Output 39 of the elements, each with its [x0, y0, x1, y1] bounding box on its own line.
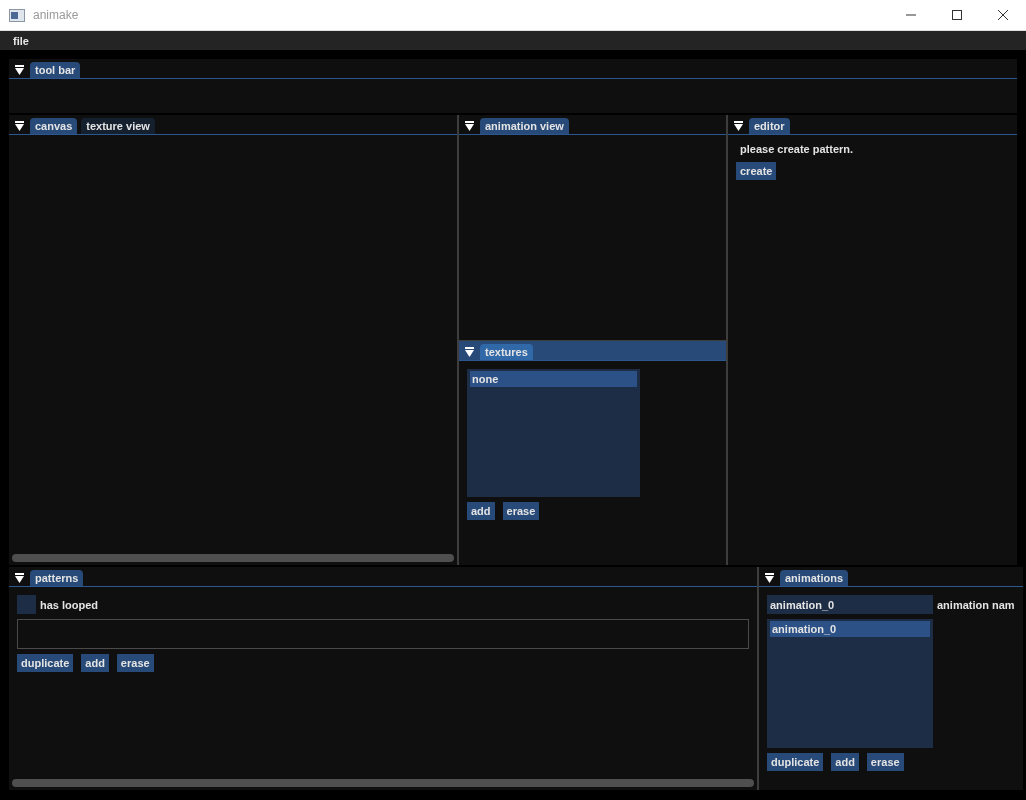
collapse-triangle-icon[interactable]: [465, 346, 474, 357]
maximize-icon[interactable]: [952, 10, 962, 20]
window-title: animake: [33, 8, 80, 22]
panel-tab[interactable]: animation view: [480, 118, 569, 134]
loop-checkbox[interactable]: [17, 595, 36, 614]
close-icon[interactable]: [998, 10, 1008, 20]
panel-button[interactable]: duplicate: [767, 753, 824, 771]
horizontal-scrollbar[interactable]: [12, 554, 454, 562]
list-item[interactable]: animation_0: [770, 621, 930, 637]
horizontal-scrollbar[interactable]: [12, 779, 754, 787]
panel-button[interactable]: add: [467, 501, 495, 520]
panel-button[interactable]: add: [81, 654, 109, 672]
collapse-triangle-icon[interactable]: [15, 121, 24, 131]
collapse-triangle-icon[interactable]: [734, 121, 743, 131]
editor-message: please create pattern.: [740, 143, 855, 155]
panel-tab[interactable]: animations: [780, 570, 849, 586]
panel-button[interactable]: erase: [502, 501, 540, 520]
checkbox-label: has looped: [40, 598, 99, 611]
collapse-triangle-icon[interactable]: [465, 121, 474, 131]
pattern-input-field[interactable]: [17, 619, 749, 649]
collapse-triangle-icon[interactable]: [765, 573, 774, 583]
panel-button[interactable]: erase: [866, 753, 904, 771]
panel-button[interactable]: duplicate: [17, 654, 74, 672]
panel-tab[interactable]: tool bar: [30, 62, 81, 78]
panel-tab[interactable]: textures: [480, 343, 533, 360]
panel-tab[interactable]: canvas: [30, 118, 78, 134]
collapse-triangle-icon[interactable]: [15, 65, 24, 75]
panel-tab[interactable]: editor: [749, 118, 790, 134]
menu-item[interactable]: file: [8, 34, 34, 47]
panel-tab[interactable]: texture view: [81, 118, 155, 134]
panel-button[interactable]: add: [831, 753, 859, 771]
list-item[interactable]: none: [470, 370, 637, 387]
app-icon: [9, 8, 25, 22]
field-label: animation nam: [937, 598, 1015, 611]
panel-tab[interactable]: patterns: [30, 570, 84, 586]
panel-button[interactable]: create: [736, 162, 777, 180]
animation-name-field[interactable]: animation_0: [767, 595, 933, 614]
collapse-triangle-icon[interactable]: [15, 573, 24, 583]
panel-button[interactable]: erase: [116, 654, 154, 672]
